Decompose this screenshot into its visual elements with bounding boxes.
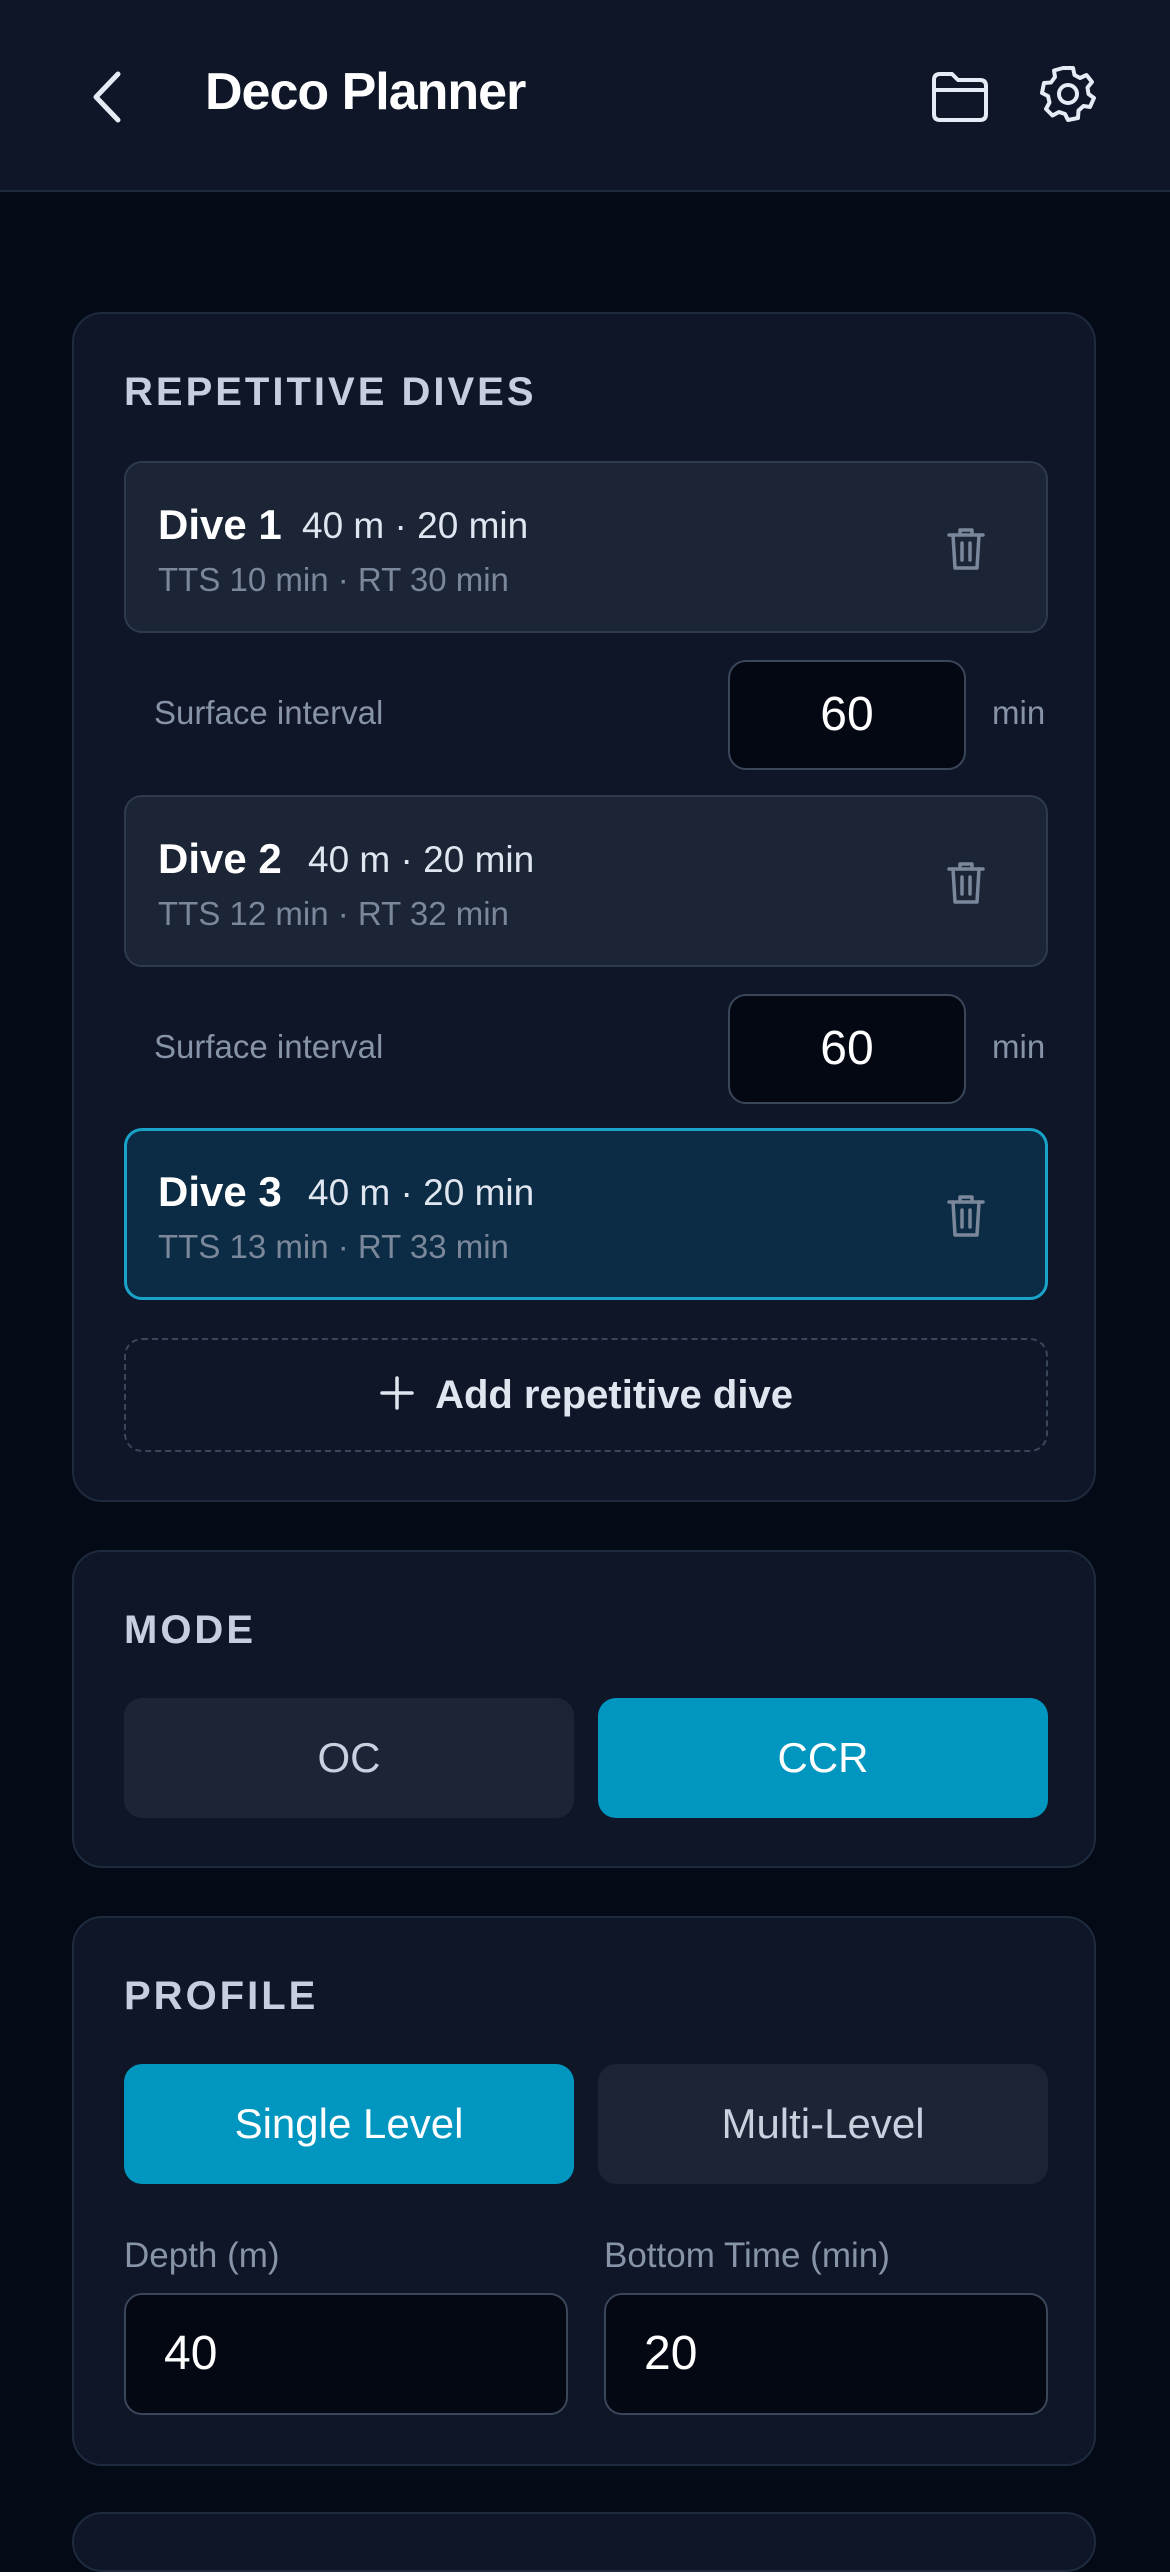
section-title: PROFILE [124,1974,319,2018]
dive-meta: 40 m · 20 min [308,839,535,880]
dive-name: Dive 3 [158,1168,282,1215]
surface-interval-unit: min [992,694,1046,731]
gear-icon [1040,66,1096,122]
dive-card-selected[interactable]: Dive 3 40 m · 20 min TTS 13 min · RT 33 … [124,1128,1048,1300]
delete-dive-button[interactable] [944,1192,988,1240]
surface-interval-input[interactable]: 60 [728,660,966,770]
profile-card: PROFILE Single Level Multi-Level Depth (… [72,1916,1096,2466]
dive-summary: TTS 10 min · RT 30 min [158,561,509,598]
page-title: Deco Planner [205,63,526,121]
section-title: MODE [124,1608,256,1652]
surface-interval-label: Surface interval [154,694,384,731]
plus-icon [380,1376,414,1411]
delete-dive-button[interactable] [944,525,988,573]
repetitive-dives-card: REPETITIVE DIVES Dive 1 40 m · 20 min TT… [72,312,1096,1502]
bottom-time-input[interactable]: 20 [604,2293,1048,2415]
dive-summary: TTS 12 min · RT 32 min [158,895,509,932]
chevron-left-icon [93,71,121,123]
dive-name: Dive 1 [158,501,282,548]
bottom-time-label: Bottom Time (min) [604,2236,890,2275]
back-button[interactable] [80,62,140,132]
add-repetitive-dive-label: Add repetitive dive [435,1373,793,1417]
surface-interval-unit: min [992,1028,1046,1065]
dive-card[interactable]: Dive 1 40 m · 20 min TTS 10 min · RT 30 … [124,461,1048,633]
dive-card[interactable]: Dive 2 40 m · 20 min TTS 12 min · RT 32 … [124,795,1048,967]
folder-icon [932,72,988,122]
settings-button[interactable] [1036,62,1100,128]
mode-ccr-button[interactable]: CCR [598,1698,1048,1818]
mode-oc-button[interactable]: OC [124,1698,574,1818]
multi-level-button[interactable]: Multi-Level [598,2064,1048,2184]
depth-input[interactable]: 40 [124,2293,568,2415]
surface-interval-input[interactable]: 60 [728,994,966,1104]
single-level-button[interactable]: Single Level [124,2064,574,2184]
delete-dive-button[interactable] [944,859,988,907]
mode-card: MODE OC CCR [72,1550,1096,1868]
add-repetitive-dive-button[interactable]: Add repetitive dive [124,1338,1048,1452]
dive-name: Dive 2 [158,835,282,882]
trash-icon [947,1195,985,1237]
top-bar: Deco Planner [0,0,1170,192]
dive-meta: 40 m · 20 min [308,1172,535,1213]
dive-meta: 40 m · 20 min [302,505,529,546]
section-title: REPETITIVE DIVES [124,370,537,414]
trash-icon [947,528,985,570]
dive-summary: TTS 13 min · RT 33 min [158,1228,509,1265]
next-card [72,2512,1096,2572]
trash-icon [947,862,985,904]
surface-interval-label: Surface interval [154,1028,384,1065]
open-folder-button[interactable] [928,66,992,126]
depth-label: Depth (m) [124,2236,280,2275]
